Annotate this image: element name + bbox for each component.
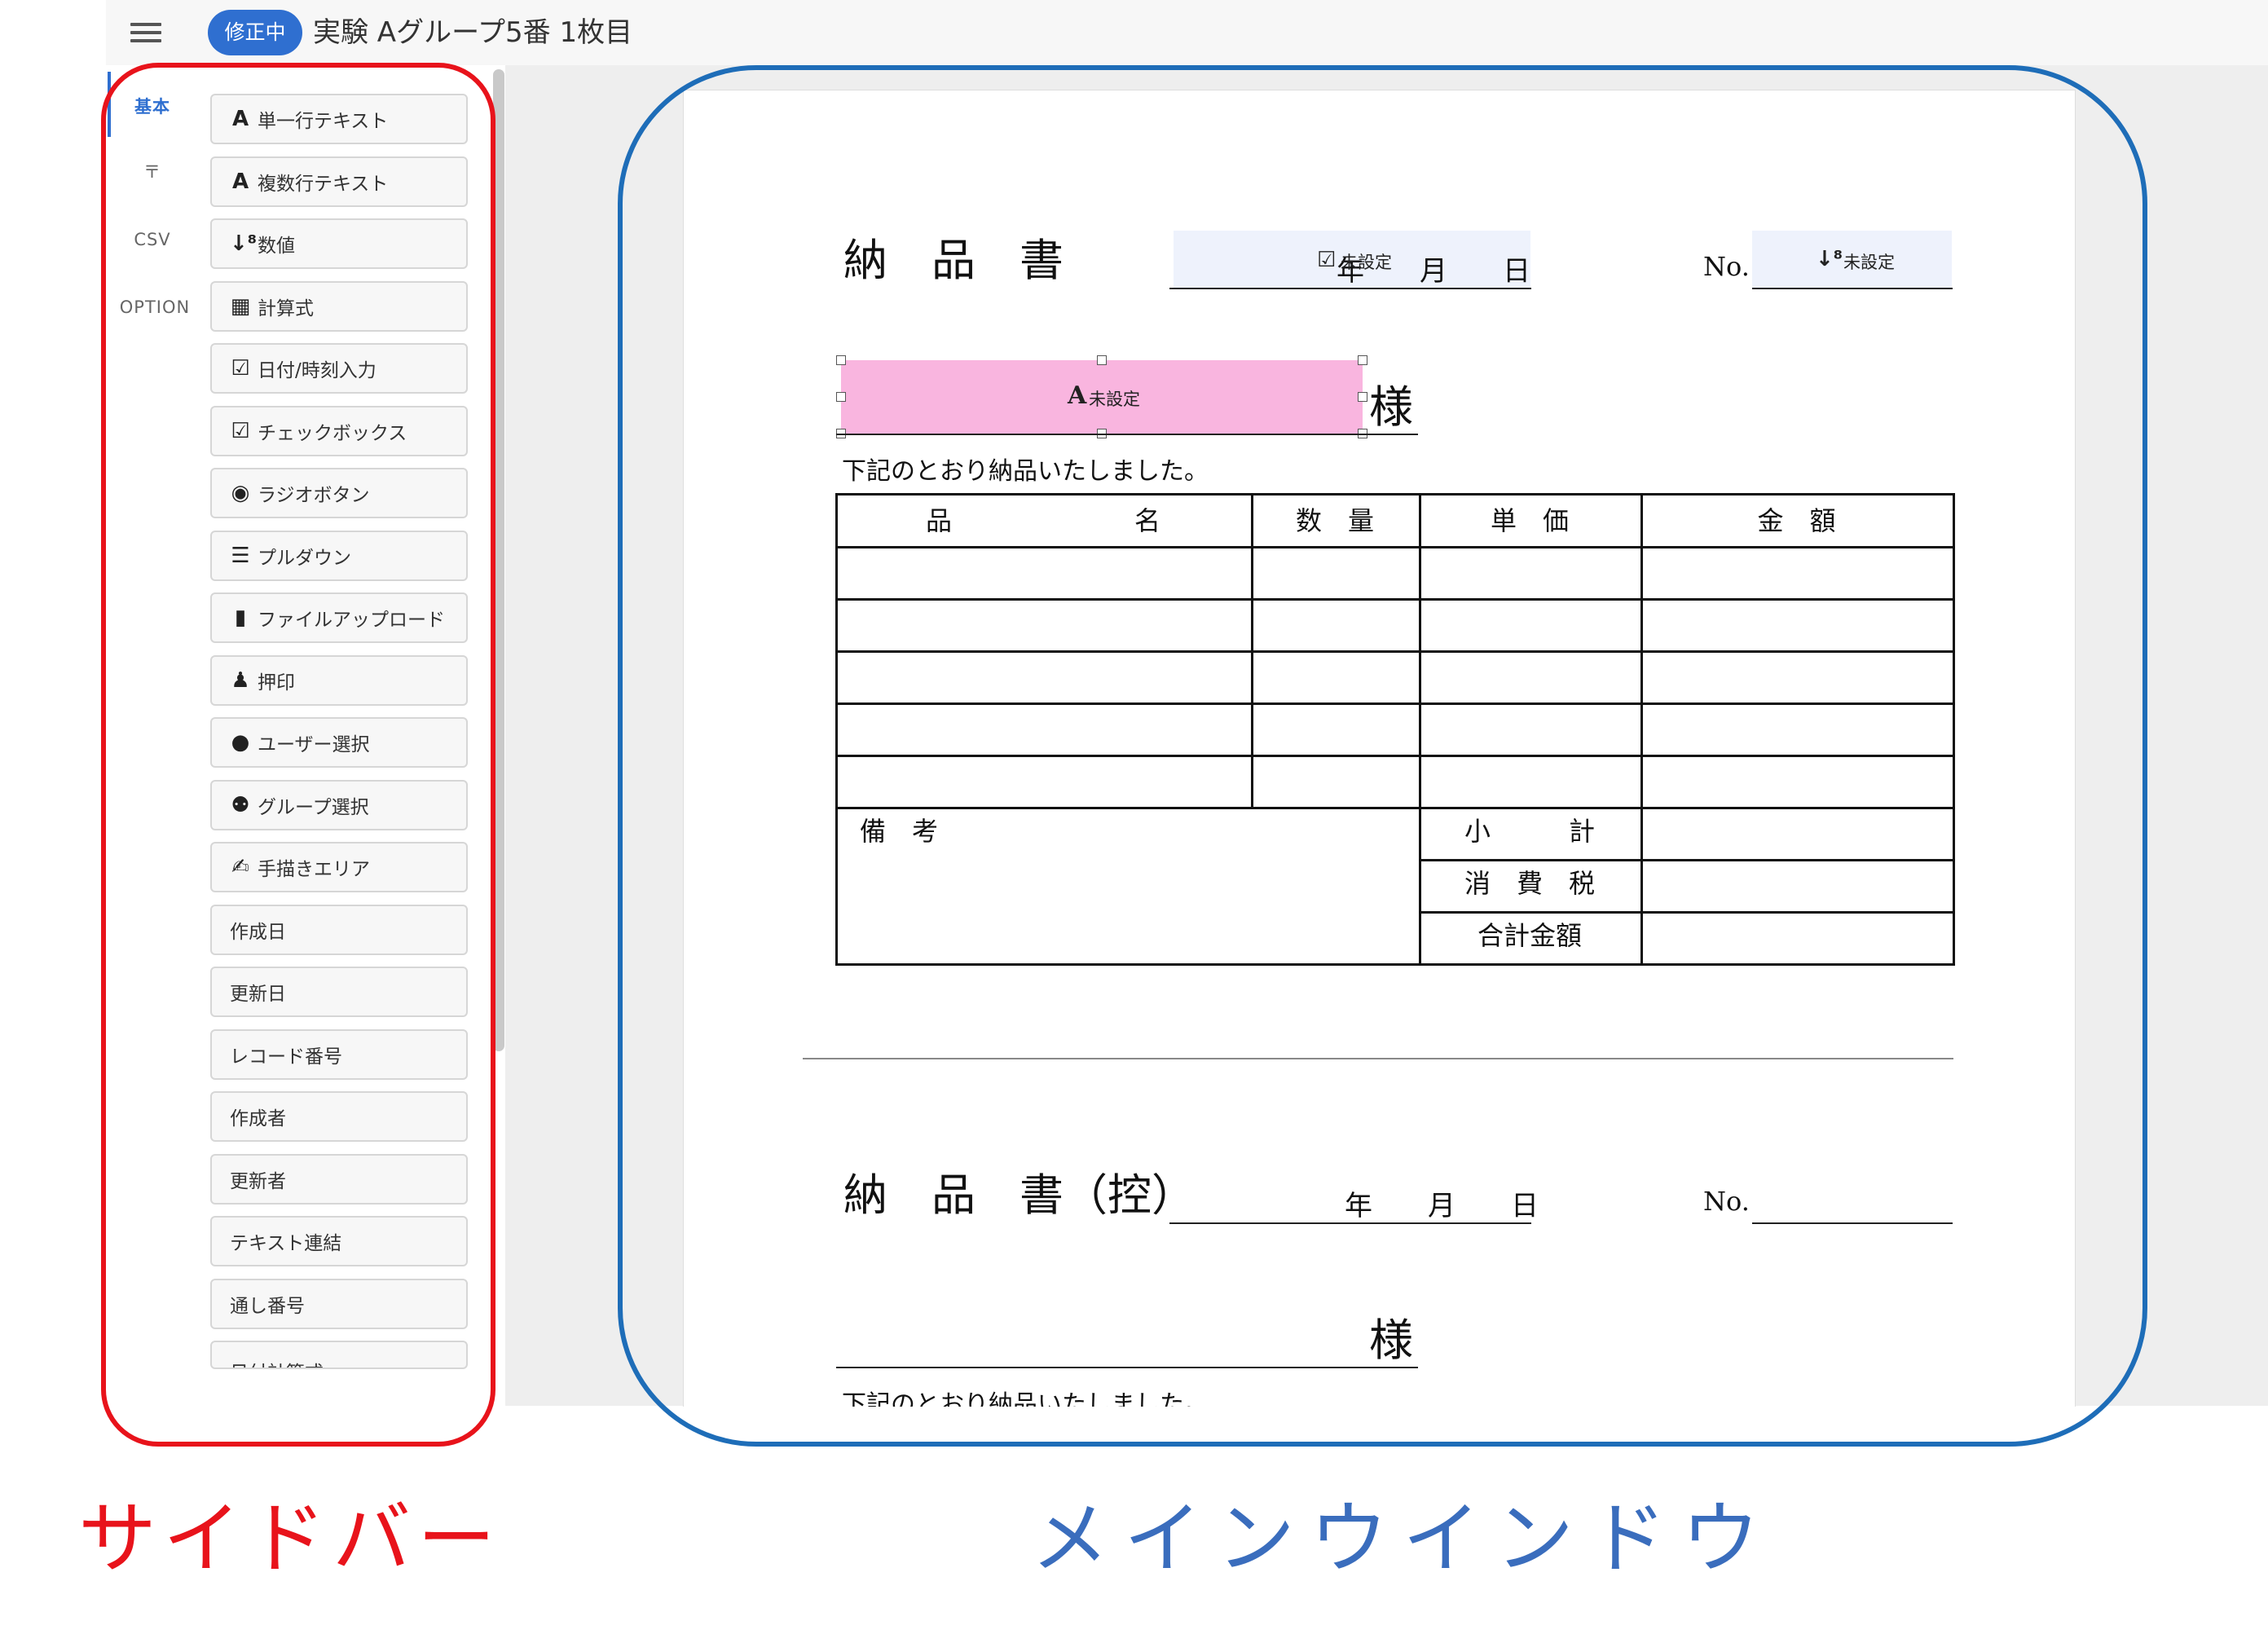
menu-icon[interactable] [130, 18, 161, 47]
main-window-annotation: メインウインドウ [1031, 1493, 1774, 1584]
sidebar-annotation: サイドバー [78, 1493, 502, 1584]
page-title: 実験 Aグループ5番 1枚目 [313, 16, 633, 49]
status-badge: 修正中 [208, 10, 302, 55]
sidebar-highlight [101, 63, 495, 1447]
main-window-highlight [618, 65, 2147, 1447]
